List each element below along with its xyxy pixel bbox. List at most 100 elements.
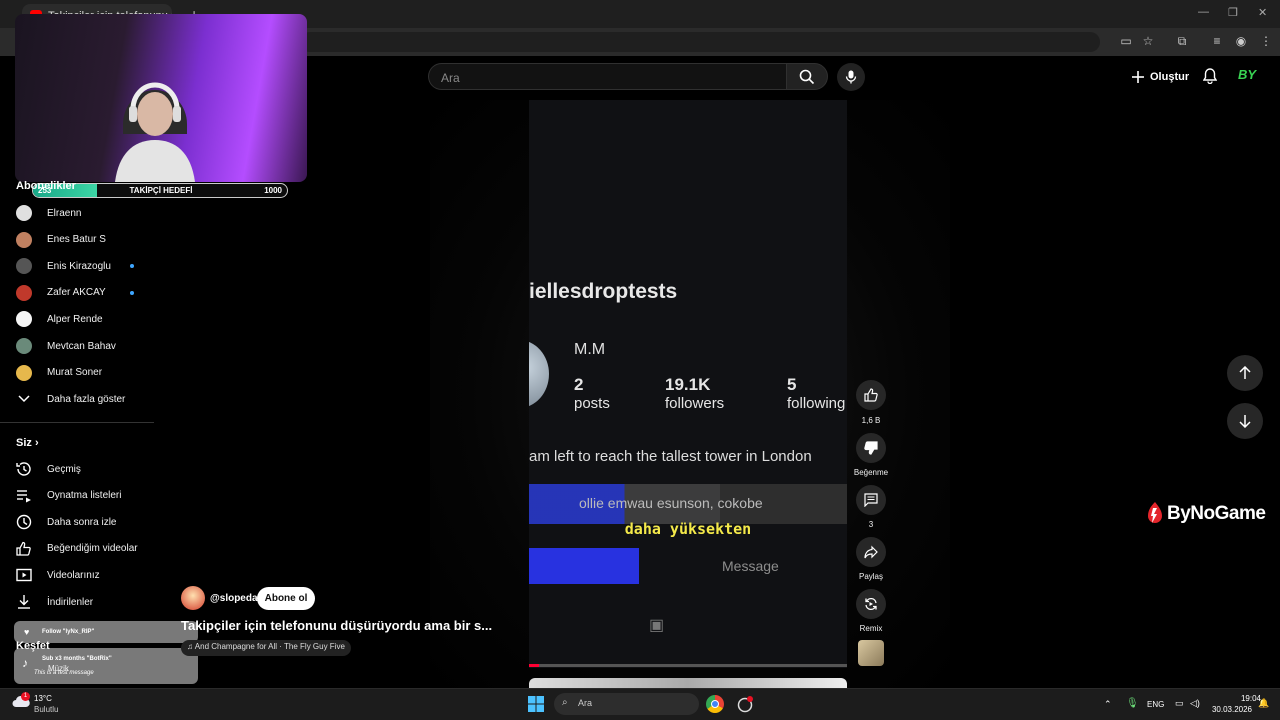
music-note-icon: ♪ [22, 656, 28, 670]
close-window-button[interactable]: ✕ [1258, 6, 1267, 19]
video-app-icons: ▣ ▣ [649, 617, 847, 634]
channel-avatar [16, 258, 32, 275]
sidebar-item-label: Beğendiğim videolar [47, 543, 138, 555]
sidebar-item-downloads[interactable]: İndirilenler [16, 589, 156, 615]
tray-chevron-icon[interactable]: ⌃ [1104, 699, 1112, 710]
mic-tray-icon[interactable]: 🎙 [1126, 698, 1139, 709]
clock-time[interactable]: 19:04 [1221, 694, 1261, 703]
sidebar-item-your-videos[interactable]: Videolarınız [16, 562, 156, 588]
taskbar-search[interactable]: ⌕ Ara [554, 693, 699, 715]
your-videos-icon [16, 567, 32, 583]
share-button[interactable] [856, 537, 886, 567]
taskbar-search-label: Ara [578, 698, 593, 708]
browser-menu-icon[interactable]: ⋮ [1258, 34, 1274, 48]
previous-short-button[interactable] [1227, 355, 1263, 391]
sidebar-channel-label: Mevtcan Bahav [47, 340, 116, 352]
sidebar-channel-label: Enis Kirazoglu [47, 260, 111, 272]
show-more-label: Daha fazla göster [47, 393, 126, 405]
watch-later-icon [16, 514, 32, 530]
sidebar-channel-label: Murat Soner [47, 367, 103, 379]
you-section-title[interactable]: Siz › [16, 437, 39, 449]
sidebar-item-label: Videolarınız [47, 569, 100, 581]
sidebar-item-liked[interactable]: Beğendiğim videolar [16, 536, 156, 562]
address-bar[interactable] [300, 32, 1100, 52]
live-indicator-dot [130, 290, 134, 295]
search-button[interactable] [786, 63, 828, 90]
video-profile-name: M.M [574, 341, 606, 358]
maximize-button[interactable]: ❐ [1228, 6, 1238, 19]
profile-icon[interactable]: ◉ [1233, 34, 1249, 48]
notification-center-icon[interactable]: 🔔 [1258, 698, 1269, 709]
voice-search-button[interactable] [837, 63, 865, 91]
show-more-button[interactable]: Daha fazla göster [16, 386, 156, 412]
sidebar-channel[interactable]: Mevtcan Bahav [16, 333, 156, 359]
sidebar-channel[interactable]: Zafer AKCAY [16, 280, 156, 306]
live-indicator-dot [130, 264, 134, 269]
video-glitch-block [529, 548, 639, 584]
sidebar-item-playlists[interactable]: Oynatma listeleri [16, 483, 156, 509]
sidebar-channel-label: Alper Rende [47, 313, 103, 325]
music-note-icon: ♫ [187, 642, 195, 651]
comment-icon [864, 493, 878, 507]
notifications-button[interactable] [1200, 66, 1220, 86]
plus-icon [1132, 71, 1144, 83]
sidebar-divider [0, 422, 154, 423]
sidebar-channel[interactable]: Enes Batur S [16, 227, 156, 253]
playlists-icon [16, 488, 32, 504]
create-button[interactable]: Oluştur [1126, 64, 1194, 90]
chevron-right-icon: › [34, 437, 39, 449]
app-taskbar-icon[interactable] [736, 695, 754, 713]
install-app-icon[interactable]: ▭ [1118, 34, 1134, 48]
heart-icon: ♥ [24, 627, 30, 637]
subscribe-button[interactable]: Abone ol [257, 587, 315, 610]
channel-avatar [16, 284, 32, 301]
language-indicator[interactable]: ENG [1147, 700, 1164, 709]
bynogame-text: ByNoGame [1167, 503, 1266, 524]
shorts-video-player[interactable]: iellesdroptests M.M 2 posts 19.1K follower… [529, 100, 847, 668]
like-button[interactable] [856, 380, 886, 410]
search-input[interactable]: Ara [428, 63, 786, 90]
clock-date[interactable]: 30.03.2026 [1206, 705, 1252, 714]
subscriptions-title[interactable]: Abonelikler [16, 180, 76, 192]
video-profile-handle: iellesdroptests [529, 280, 678, 303]
video-progress-bar[interactable] [529, 664, 847, 667]
sidebar-item-watch-later[interactable]: Daha sonra izle [16, 509, 156, 535]
remix-button[interactable] [856, 589, 886, 619]
weather-temp: 13°C [34, 694, 52, 703]
sidebar-item-label: Geçmiş [47, 463, 81, 475]
sub-alert-text: Sub x3 months "BotRix" [42, 656, 112, 662]
sidebar-item-label: İndirilenler [47, 596, 94, 608]
channel-avatar[interactable] [181, 586, 205, 610]
sidebar-channel[interactable]: Elraenn [16, 200, 156, 226]
account-avatar[interactable]: BY [1238, 67, 1256, 82]
arrow-up-icon [1239, 366, 1251, 379]
bell-icon [1203, 68, 1217, 84]
video-title[interactable]: Takipçiler için telefonunu düşürüyordu a… [181, 618, 492, 633]
music-chip[interactable]: ♫ And Champagne for All · The Fly Guy Fi… [181, 640, 351, 656]
sidebar-channel[interactable]: Enis Kirazoglu [16, 253, 156, 279]
chrome-taskbar-icon[interactable] [706, 695, 724, 713]
liked-icon [16, 541, 32, 557]
sidebar-channel[interactable]: Murat Soner [16, 360, 156, 386]
channel-avatar [16, 364, 32, 381]
bookmark-star-icon[interactable]: ☆ [1140, 34, 1156, 48]
sidebar-item-history[interactable]: Geçmiş [16, 456, 156, 482]
volume-icon[interactable]: ◁) [1190, 698, 1200, 709]
sound-thumbnail[interactable] [858, 640, 884, 666]
network-icon[interactable]: ▭ [1175, 698, 1184, 709]
minimize-button[interactable]: — [1198, 6, 1209, 18]
comments-button[interactable] [856, 485, 886, 515]
extensions-icon[interactable]: ⧉ [1174, 34, 1190, 49]
history-icon [16, 461, 32, 477]
dislike-button[interactable] [856, 433, 886, 463]
channel-handle[interactable]: @slopeda [210, 593, 258, 604]
reading-list-icon[interactable]: ≡ [1209, 34, 1225, 48]
start-button[interactable] [528, 696, 544, 715]
bynogame-logo-icon [1148, 502, 1162, 523]
video-progress-fill [529, 664, 539, 667]
sidebar-channel[interactable]: Alper Rende [16, 306, 156, 332]
channel-avatar [16, 205, 32, 221]
create-label: Oluştur [1150, 71, 1190, 83]
sidebar-channel-label: Enes Batur S [47, 234, 106, 246]
next-short-button[interactable] [1227, 403, 1263, 439]
